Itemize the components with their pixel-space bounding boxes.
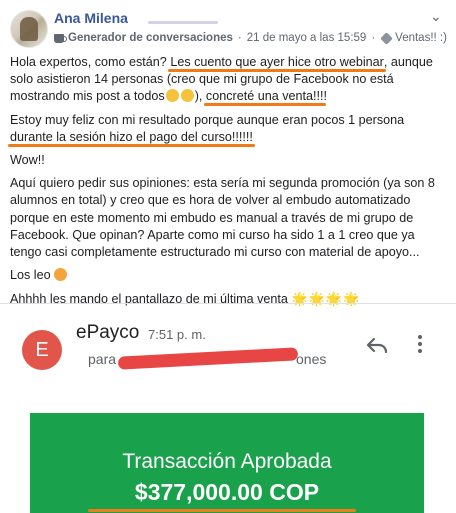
author-avatar[interactable] <box>10 10 48 48</box>
receipt-title: Transacción Aprobada <box>122 450 332 473</box>
group-name[interactable]: Generador de conversaciones <box>68 32 233 44</box>
paragraph-intro: Hola expertos, como están? Les cuento qu… <box>10 55 433 104</box>
highlight-webinar: Les cuento que ayer hice otro webinar <box>170 55 384 69</box>
kiss-emoji-icon <box>54 268 68 282</box>
recipient-prefix: para <box>88 351 117 367</box>
post-body: Hola expertos, como están? Les cuento qu… <box>10 54 446 315</box>
highlight-sale: concreté una venta!!! <box>205 89 324 104</box>
group-icon <box>54 33 67 43</box>
tag-icon <box>380 31 394 45</box>
star-emoji-icons: 🌟🌟🌟🌟 <box>291 291 361 307</box>
chevron-down-icon[interactable]: ⌄ <box>430 8 442 25</box>
sender-avatar: E <box>22 330 62 370</box>
paragraph-happy: Estoy muy feliz con mi resultado porque … <box>10 112 446 146</box>
post-meta: Generador de conversaciones · 21 de mayo… <box>54 31 447 45</box>
thinking-emoji-icon <box>165 89 179 103</box>
reply-icon[interactable] <box>366 337 388 353</box>
amount-highlight <box>88 509 356 512</box>
thinking-emoji-icon <box>180 89 194 103</box>
highlight-payment: Estoy muy feliz con mi resultado porque … <box>10 112 405 144</box>
more-vert-icon[interactable] <box>418 335 422 356</box>
recipient-suffix: ones <box>296 351 327 367</box>
meta-separator: · <box>237 32 242 44</box>
meta-separator: · <box>371 32 376 44</box>
sender-name: ePayco <box>76 322 140 343</box>
author-name[interactable]: Ana Milena <box>54 10 128 26</box>
post-date[interactable]: 21 de mayo a las 15:59 <box>247 32 367 44</box>
divider <box>0 303 456 304</box>
paragraph-screenshot: Ahhhh les mando el pantallazo de mi últi… <box>10 291 361 307</box>
receipt-amount: $377,000.00 COP <box>134 479 320 505</box>
paragraph-read: Los leo <box>10 267 446 284</box>
author-redaction <box>148 21 218 24</box>
post-tag[interactable]: Ventas!! :) <box>395 32 447 44</box>
facebook-post: Ana Milena ⌄ Generador de conversaciones… <box>0 0 456 513</box>
receipt-banner: Transacción Aprobada $377,000.00 COP <box>30 413 424 513</box>
paragraph-wow: Wow!! <box>10 153 45 168</box>
recipient-redaction <box>117 347 299 370</box>
email-time: 7:51 p. m. <box>148 327 206 342</box>
paragraph-opinions: Aquí quiero pedir sus opiniones: esta se… <box>10 176 435 260</box>
